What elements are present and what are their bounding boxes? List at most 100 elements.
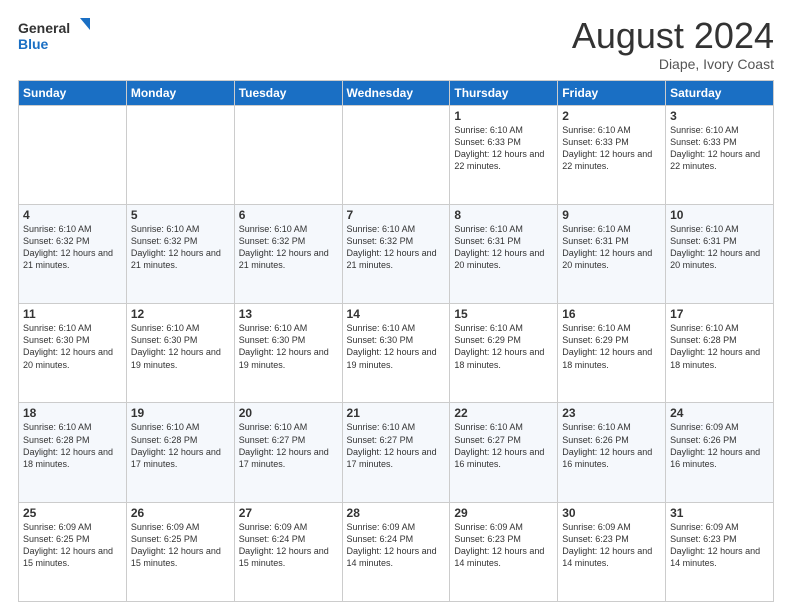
calendar-header-row: SundayMondayTuesdayWednesdayThursdayFrid… xyxy=(19,80,774,105)
day-number: 7 xyxy=(347,208,446,222)
table-cell: 26Sunrise: 6:09 AM Sunset: 6:25 PM Dayli… xyxy=(126,502,234,601)
day-info: Sunrise: 6:09 AM Sunset: 6:24 PM Dayligh… xyxy=(239,521,338,570)
table-cell: 14Sunrise: 6:10 AM Sunset: 6:30 PM Dayli… xyxy=(342,304,450,403)
table-cell: 20Sunrise: 6:10 AM Sunset: 6:27 PM Dayli… xyxy=(234,403,342,502)
svg-text:Blue: Blue xyxy=(18,36,49,52)
day-number: 25 xyxy=(23,506,122,520)
header-tuesday: Tuesday xyxy=(234,80,342,105)
header-thursday: Thursday xyxy=(450,80,558,105)
calendar-body: 1Sunrise: 6:10 AM Sunset: 6:33 PM Daylig… xyxy=(19,105,774,601)
table-cell: 22Sunrise: 6:10 AM Sunset: 6:27 PM Dayli… xyxy=(450,403,558,502)
table-cell xyxy=(342,105,450,204)
day-info: Sunrise: 6:10 AM Sunset: 6:32 PM Dayligh… xyxy=(239,223,338,272)
day-number: 30 xyxy=(562,506,661,520)
table-cell: 8Sunrise: 6:10 AM Sunset: 6:31 PM Daylig… xyxy=(450,204,558,303)
day-number: 13 xyxy=(239,307,338,321)
subtitle: Diape, Ivory Coast xyxy=(572,56,774,72)
day-info: Sunrise: 6:09 AM Sunset: 6:23 PM Dayligh… xyxy=(454,521,553,570)
header-sunday: Sunday xyxy=(19,80,127,105)
day-number: 8 xyxy=(454,208,553,222)
week-row-2: 11Sunrise: 6:10 AM Sunset: 6:30 PM Dayli… xyxy=(19,304,774,403)
table-cell: 25Sunrise: 6:09 AM Sunset: 6:25 PM Dayli… xyxy=(19,502,127,601)
week-row-0: 1Sunrise: 6:10 AM Sunset: 6:33 PM Daylig… xyxy=(19,105,774,204)
day-number: 21 xyxy=(347,406,446,420)
day-info: Sunrise: 6:10 AM Sunset: 6:33 PM Dayligh… xyxy=(454,124,553,173)
day-info: Sunrise: 6:10 AM Sunset: 6:28 PM Dayligh… xyxy=(670,322,769,371)
table-cell: 10Sunrise: 6:10 AM Sunset: 6:31 PM Dayli… xyxy=(666,204,774,303)
table-cell: 27Sunrise: 6:09 AM Sunset: 6:24 PM Dayli… xyxy=(234,502,342,601)
table-cell xyxy=(234,105,342,204)
day-info: Sunrise: 6:10 AM Sunset: 6:30 PM Dayligh… xyxy=(239,322,338,371)
day-info: Sunrise: 6:10 AM Sunset: 6:33 PM Dayligh… xyxy=(562,124,661,173)
day-number: 23 xyxy=(562,406,661,420)
day-info: Sunrise: 6:10 AM Sunset: 6:32 PM Dayligh… xyxy=(347,223,446,272)
day-number: 16 xyxy=(562,307,661,321)
table-cell: 19Sunrise: 6:10 AM Sunset: 6:28 PM Dayli… xyxy=(126,403,234,502)
header-monday: Monday xyxy=(126,80,234,105)
day-info: Sunrise: 6:10 AM Sunset: 6:30 PM Dayligh… xyxy=(131,322,230,371)
table-cell: 28Sunrise: 6:09 AM Sunset: 6:24 PM Dayli… xyxy=(342,502,450,601)
table-cell: 3Sunrise: 6:10 AM Sunset: 6:33 PM Daylig… xyxy=(666,105,774,204)
logo-svg: General Blue xyxy=(18,16,98,56)
day-info: Sunrise: 6:10 AM Sunset: 6:26 PM Dayligh… xyxy=(562,421,661,470)
week-row-3: 18Sunrise: 6:10 AM Sunset: 6:28 PM Dayli… xyxy=(19,403,774,502)
day-info: Sunrise: 6:10 AM Sunset: 6:33 PM Dayligh… xyxy=(670,124,769,173)
table-cell xyxy=(19,105,127,204)
table-cell: 21Sunrise: 6:10 AM Sunset: 6:27 PM Dayli… xyxy=(342,403,450,502)
week-row-1: 4Sunrise: 6:10 AM Sunset: 6:32 PM Daylig… xyxy=(19,204,774,303)
day-info: Sunrise: 6:10 AM Sunset: 6:31 PM Dayligh… xyxy=(562,223,661,272)
table-cell: 7Sunrise: 6:10 AM Sunset: 6:32 PM Daylig… xyxy=(342,204,450,303)
table-cell: 18Sunrise: 6:10 AM Sunset: 6:28 PM Dayli… xyxy=(19,403,127,502)
header-saturday: Saturday xyxy=(666,80,774,105)
main-title: August 2024 xyxy=(572,16,774,56)
day-info: Sunrise: 6:10 AM Sunset: 6:30 PM Dayligh… xyxy=(347,322,446,371)
table-cell: 16Sunrise: 6:10 AM Sunset: 6:29 PM Dayli… xyxy=(558,304,666,403)
day-info: Sunrise: 6:09 AM Sunset: 6:25 PM Dayligh… xyxy=(131,521,230,570)
day-number: 6 xyxy=(239,208,338,222)
day-number: 17 xyxy=(670,307,769,321)
day-number: 9 xyxy=(562,208,661,222)
day-number: 3 xyxy=(670,109,769,123)
day-number: 26 xyxy=(131,506,230,520)
table-cell: 17Sunrise: 6:10 AM Sunset: 6:28 PM Dayli… xyxy=(666,304,774,403)
table-cell: 12Sunrise: 6:10 AM Sunset: 6:30 PM Dayli… xyxy=(126,304,234,403)
day-info: Sunrise: 6:10 AM Sunset: 6:30 PM Dayligh… xyxy=(23,322,122,371)
day-info: Sunrise: 6:10 AM Sunset: 6:29 PM Dayligh… xyxy=(562,322,661,371)
table-cell: 9Sunrise: 6:10 AM Sunset: 6:31 PM Daylig… xyxy=(558,204,666,303)
day-number: 12 xyxy=(131,307,230,321)
table-cell: 1Sunrise: 6:10 AM Sunset: 6:33 PM Daylig… xyxy=(450,105,558,204)
header: General Blue August 2024 Diape, Ivory Co… xyxy=(18,16,774,72)
day-number: 18 xyxy=(23,406,122,420)
week-row-4: 25Sunrise: 6:09 AM Sunset: 6:25 PM Dayli… xyxy=(19,502,774,601)
logo: General Blue xyxy=(18,16,98,56)
page: General Blue August 2024 Diape, Ivory Co… xyxy=(0,0,792,612)
day-number: 28 xyxy=(347,506,446,520)
day-info: Sunrise: 6:10 AM Sunset: 6:27 PM Dayligh… xyxy=(454,421,553,470)
day-info: Sunrise: 6:09 AM Sunset: 6:23 PM Dayligh… xyxy=(670,521,769,570)
day-info: Sunrise: 6:10 AM Sunset: 6:28 PM Dayligh… xyxy=(23,421,122,470)
day-number: 11 xyxy=(23,307,122,321)
day-number: 10 xyxy=(670,208,769,222)
header-wednesday: Wednesday xyxy=(342,80,450,105)
day-info: Sunrise: 6:09 AM Sunset: 6:26 PM Dayligh… xyxy=(670,421,769,470)
calendar: SundayMondayTuesdayWednesdayThursdayFrid… xyxy=(18,80,774,602)
table-cell: 15Sunrise: 6:10 AM Sunset: 6:29 PM Dayli… xyxy=(450,304,558,403)
header-friday: Friday xyxy=(558,80,666,105)
day-info: Sunrise: 6:10 AM Sunset: 6:27 PM Dayligh… xyxy=(347,421,446,470)
table-cell: 13Sunrise: 6:10 AM Sunset: 6:30 PM Dayli… xyxy=(234,304,342,403)
day-info: Sunrise: 6:10 AM Sunset: 6:31 PM Dayligh… xyxy=(670,223,769,272)
table-cell: 31Sunrise: 6:09 AM Sunset: 6:23 PM Dayli… xyxy=(666,502,774,601)
day-info: Sunrise: 6:09 AM Sunset: 6:24 PM Dayligh… xyxy=(347,521,446,570)
day-number: 29 xyxy=(454,506,553,520)
table-cell: 29Sunrise: 6:09 AM Sunset: 6:23 PM Dayli… xyxy=(450,502,558,601)
day-number: 2 xyxy=(562,109,661,123)
day-info: Sunrise: 6:10 AM Sunset: 6:32 PM Dayligh… xyxy=(23,223,122,272)
table-cell: 6Sunrise: 6:10 AM Sunset: 6:32 PM Daylig… xyxy=(234,204,342,303)
day-info: Sunrise: 6:09 AM Sunset: 6:25 PM Dayligh… xyxy=(23,521,122,570)
day-number: 31 xyxy=(670,506,769,520)
day-number: 14 xyxy=(347,307,446,321)
table-cell: 30Sunrise: 6:09 AM Sunset: 6:23 PM Dayli… xyxy=(558,502,666,601)
day-number: 1 xyxy=(454,109,553,123)
day-number: 20 xyxy=(239,406,338,420)
day-info: Sunrise: 6:10 AM Sunset: 6:29 PM Dayligh… xyxy=(454,322,553,371)
